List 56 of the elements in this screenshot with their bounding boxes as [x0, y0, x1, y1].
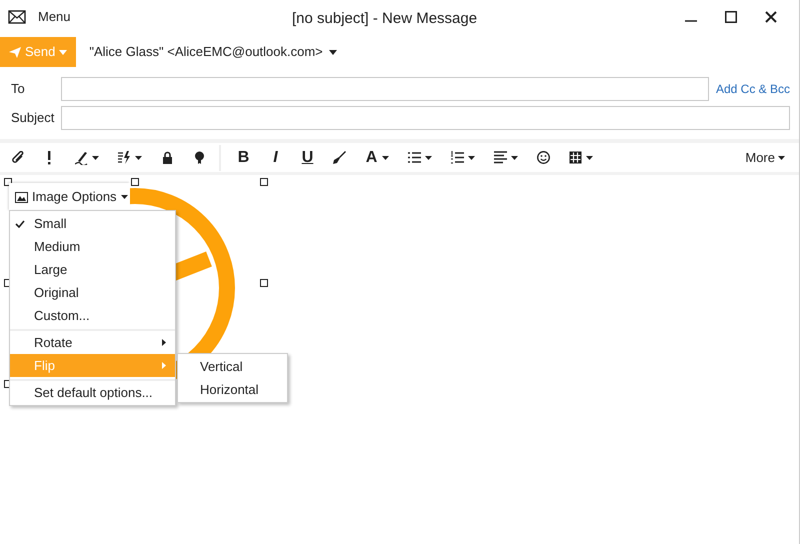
maximize-icon[interactable] — [725, 11, 737, 23]
award-ribbon-icon — [193, 150, 206, 164]
from-account-dropdown[interactable]: "Alice Glass" <AliceEMC@outlook.com> — [89, 42, 337, 62]
menu-button[interactable]: Menu — [38, 7, 71, 27]
paper-plane-icon — [9, 46, 21, 58]
submenu-arrow-icon — [162, 362, 166, 369]
pen-signature-icon — [75, 150, 88, 164]
lock-icon — [161, 150, 174, 164]
more-button[interactable]: More — [745, 148, 785, 168]
lines-lightning-icon — [118, 150, 131, 164]
field-label: To — [10, 80, 26, 98]
checkmark-icon — [15, 220, 25, 228]
format-button[interactable]: U — [293, 144, 322, 172]
caret-icon — [586, 156, 593, 160]
caret-icon — [59, 50, 68, 54]
menu-item[interactable]: Custom... — [10, 304, 175, 327]
image-options-button[interactable]: Image Options — [9, 183, 130, 211]
format-button[interactable]: B — [229, 144, 258, 172]
caret-icon — [135, 156, 142, 160]
mail-icon — [8, 10, 26, 24]
menu-item[interactable]: Set default options... — [10, 379, 175, 404]
caret-icon — [778, 156, 785, 160]
menu-item[interactable]: Small — [10, 212, 175, 235]
field-label: Subject — [10, 109, 56, 128]
smiley-icon — [537, 150, 550, 164]
menu-item[interactable]: Medium — [10, 235, 175, 258]
resize-handle[interactable] — [131, 178, 139, 186]
menu-item[interactable]: Large — [10, 258, 175, 281]
paintbrush-icon — [333, 150, 346, 164]
submenu-arrow-icon — [162, 339, 166, 346]
caret-icon — [468, 156, 475, 160]
caret-icon — [382, 156, 389, 160]
paperclip-icon — [11, 150, 24, 164]
caret-icon — [511, 156, 518, 160]
menu-item[interactable]: Vertical — [178, 355, 287, 378]
caret-icon — [120, 195, 128, 199]
resize-handle[interactable] — [260, 178, 268, 186]
align-left-icon — [494, 150, 507, 164]
recipient-field[interactable] — [60, 77, 709, 101]
menu-item[interactable]: Horizontal — [178, 378, 287, 401]
close-icon[interactable] — [765, 11, 777, 23]
format-button[interactable]: A — [357, 144, 397, 172]
numbered-list-icon — [451, 150, 464, 164]
subject-field[interactable] — [61, 106, 790, 130]
window-title: [no subject] - New Message — [292, 9, 478, 29]
add-cc-bcc-link[interactable]: Add Cc & Bcc — [716, 80, 790, 98]
caret-icon — [92, 156, 99, 160]
table-grid-icon — [569, 150, 582, 164]
resize-handle[interactable] — [4, 178, 12, 186]
resize-handle[interactable] — [260, 279, 268, 287]
menu-item[interactable]: Original — [10, 281, 175, 304]
bulleted-list-icon — [408, 150, 421, 164]
format-button[interactable]: I — [261, 144, 290, 172]
caret-icon — [425, 156, 432, 160]
image-icon — [15, 192, 28, 202]
caret-icon — [328, 50, 337, 54]
